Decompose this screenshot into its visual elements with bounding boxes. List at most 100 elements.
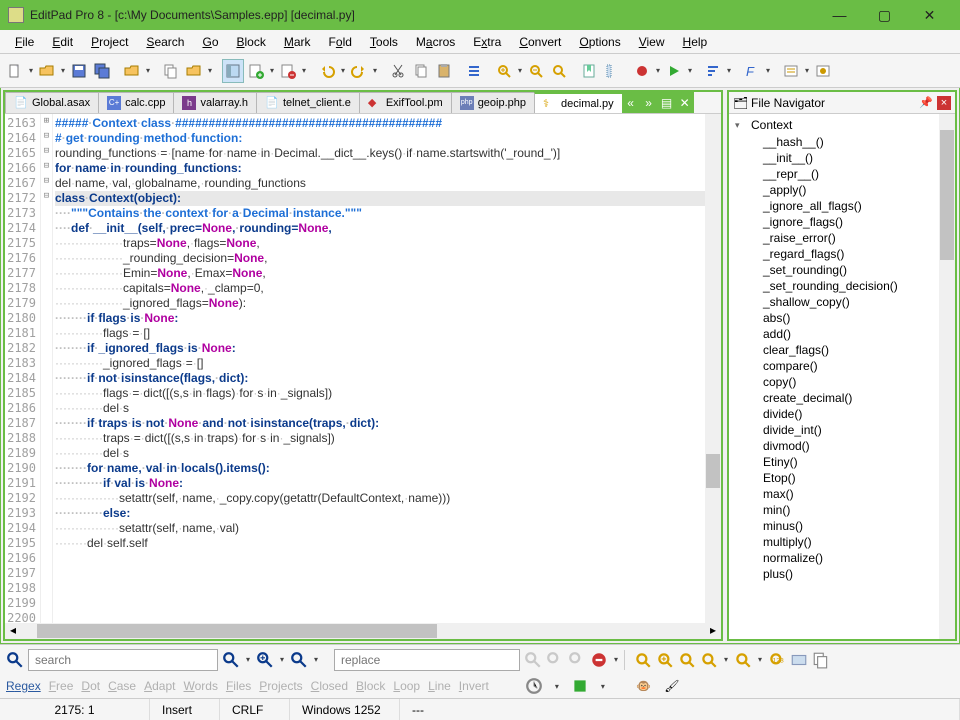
dropdown-icon[interactable]: ▾ [27, 66, 35, 75]
dropdown-icon[interactable]: ▾ [244, 655, 252, 664]
find-next-icon[interactable] [256, 651, 274, 669]
add-icon[interactable] [245, 59, 267, 83]
nav-item[interactable]: max() [729, 486, 955, 502]
nav-item[interactable]: Etiny() [729, 454, 955, 470]
nav-item[interactable]: plus() [729, 566, 955, 582]
option-case[interactable]: Case [108, 679, 136, 693]
search-icon[interactable] [6, 651, 24, 669]
menu-macros[interactable]: Macros [407, 32, 464, 52]
dropdown-icon[interactable]: ▾ [725, 66, 733, 75]
menu-extra[interactable]: Extra [464, 32, 510, 52]
menu-block[interactable]: Block [228, 32, 275, 52]
search-input[interactable] [28, 649, 218, 671]
menu-mark[interactable]: Mark [275, 32, 320, 52]
dropdown-icon[interactable]: ▾ [278, 655, 286, 664]
option-block[interactable]: Block [356, 679, 385, 693]
replace-all-icon[interactable] [546, 651, 564, 669]
regex-builder-icon[interactable]: 🐵 [635, 677, 653, 695]
tab-telnet-client[interactable]: 📄telnet_client.e [256, 92, 360, 113]
paste-icon[interactable] [433, 59, 455, 83]
nav-item[interactable]: _apply() [729, 182, 955, 198]
cut-icon[interactable] [387, 59, 409, 83]
nav-item[interactable]: _ignore_all_flags() [729, 198, 955, 214]
favorite-icon[interactable] [571, 677, 589, 695]
vertical-scrollbar[interactable] [705, 114, 721, 623]
tab-global-asax[interactable]: 📄Global.asax [5, 92, 99, 113]
zoom-icon[interactable] [634, 651, 652, 669]
menu-edit[interactable]: Edit [43, 32, 82, 52]
history-icon[interactable] [525, 677, 543, 695]
option-loop[interactable]: Loop [393, 679, 420, 693]
nav-item[interactable]: minus() [729, 518, 955, 534]
nav-item[interactable]: __repr__() [729, 166, 955, 182]
menu-project[interactable]: Project [82, 32, 137, 52]
nav-item[interactable]: divide() [729, 406, 955, 422]
menu-convert[interactable]: Convert [510, 32, 570, 52]
option-line[interactable]: Line [428, 679, 451, 693]
nav-item[interactable]: compare() [729, 358, 955, 374]
tree-root[interactable]: ▾Context [729, 116, 955, 134]
fold-column[interactable]: ⊞ ⊟ ⊟ ⊟ ⊟ ⊟ [41, 114, 53, 623]
option-projects[interactable]: Projects [259, 679, 302, 693]
save-icon[interactable] [68, 59, 90, 83]
close-icon[interactable]: × [937, 96, 951, 110]
nav-item[interactable]: abs() [729, 310, 955, 326]
option-adapt[interactable]: Adapt [144, 679, 175, 693]
zoom-refresh-icon[interactable] [678, 651, 696, 669]
nav-scrollbar[interactable] [939, 114, 955, 639]
nav-item[interactable]: multiply() [729, 534, 955, 550]
option-free[interactable]: Free [49, 679, 74, 693]
replace-next-icon[interactable] [568, 651, 586, 669]
menu-help[interactable]: Help [674, 32, 717, 52]
find-prev-icon[interactable] [290, 651, 308, 669]
undo-icon[interactable] [316, 59, 338, 83]
pin-icon[interactable]: 📌 [919, 96, 933, 110]
dropdown-icon[interactable]: ▾ [59, 66, 67, 75]
status-mode[interactable]: Insert [150, 699, 220, 720]
nav-item[interactable]: _set_rounding_decision() [729, 278, 955, 294]
copy-result-icon[interactable] [812, 651, 830, 669]
tab-prev-icon[interactable]: « [622, 93, 640, 113]
close-button[interactable]: ✕ [907, 0, 952, 30]
replace-icon[interactable] [524, 651, 542, 669]
dropdown-icon[interactable]: ▾ [756, 655, 764, 664]
save-all-icon[interactable] [91, 59, 113, 83]
config-icon[interactable] [812, 59, 834, 83]
option-invert[interactable]: Invert [459, 679, 489, 693]
option-dot[interactable]: Dot [81, 679, 100, 693]
brush-icon[interactable]: 🖌 [663, 677, 681, 695]
play-macro-icon[interactable] [663, 59, 685, 83]
copy-clip-icon[interactable] [410, 59, 432, 83]
nav-item[interactable]: clear_flags() [729, 342, 955, 358]
nav-item[interactable]: __hash__() [729, 134, 955, 150]
menu-view[interactable]: View [630, 32, 674, 52]
zoom-plus-icon[interactable] [656, 651, 674, 669]
redo-icon[interactable] [348, 59, 370, 83]
zoom-prev-icon[interactable] [734, 651, 752, 669]
horizontal-scrollbar[interactable]: ◂▸ [5, 623, 721, 639]
tab-geoip-php[interactable]: phpgeoip.php [451, 92, 535, 113]
dropdown-icon[interactable]: ▾ [300, 66, 308, 75]
nav-item[interactable]: _set_rounding() [729, 262, 955, 278]
stop-icon[interactable] [590, 651, 608, 669]
menu-fold[interactable]: Fold [320, 32, 361, 52]
dropdown-icon[interactable]: ▾ [312, 655, 320, 664]
nav-item[interactable]: divide_int() [729, 422, 955, 438]
zoom-in-icon[interactable] [493, 59, 515, 83]
status-eol[interactable]: CRLF [220, 699, 290, 720]
dropdown-icon[interactable]: ▾ [599, 682, 607, 691]
dropdown-icon[interactable]: ▾ [654, 66, 662, 75]
sort-icon[interactable] [702, 59, 724, 83]
tab-list-icon[interactable]: ▤ [658, 93, 676, 113]
folder-icon[interactable] [183, 59, 205, 83]
option-closed[interactable]: Closed [311, 679, 348, 693]
tab-decimal-py[interactable]: ⚕decimal.py [534, 92, 623, 113]
zoom-reset-icon[interactable] [548, 59, 570, 83]
list-icon[interactable] [463, 59, 485, 83]
dropdown-icon[interactable]: ▾ [339, 66, 347, 75]
new-file-icon[interactable] [4, 59, 26, 83]
menu-search[interactable]: Search [137, 32, 193, 52]
caret-down-icon[interactable]: ▾ [735, 120, 745, 131]
nav-item[interactable]: _shallow_copy() [729, 294, 955, 310]
dropdown-icon[interactable]: ▾ [206, 66, 214, 75]
